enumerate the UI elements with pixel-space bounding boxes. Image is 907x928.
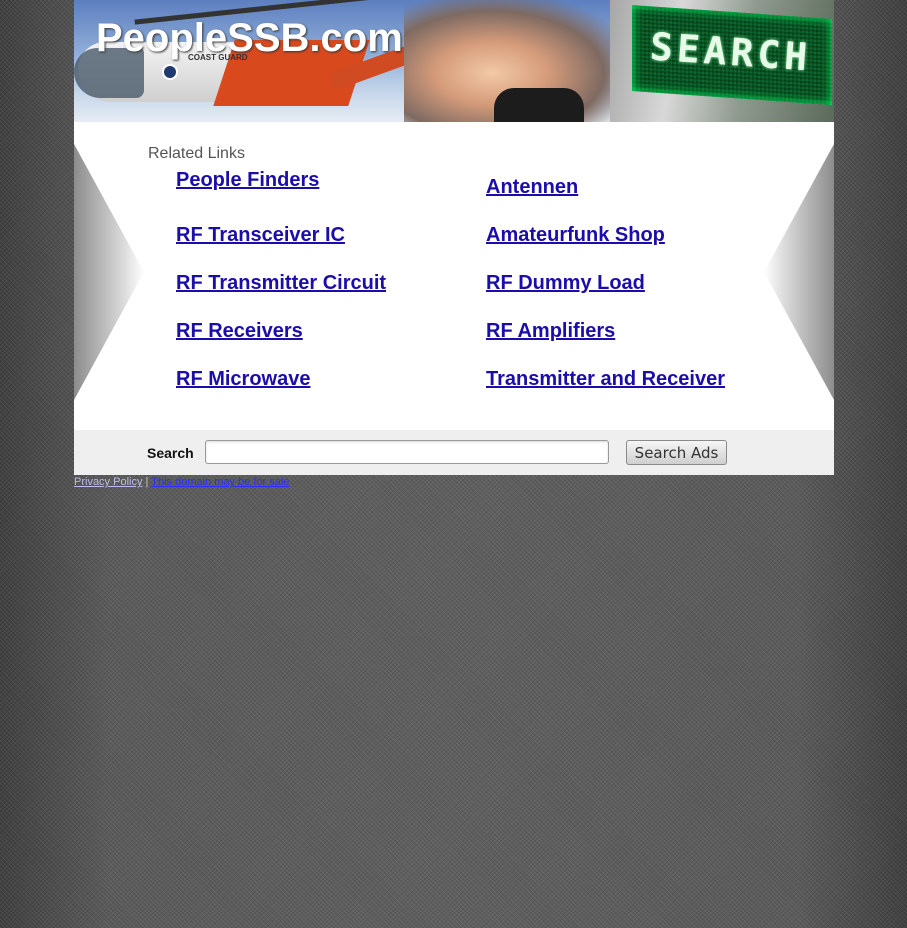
related-link-transmitter-and-receiver[interactable]: Transmitter and Receiver — [486, 368, 725, 391]
search-label: Search — [147, 445, 194, 461]
related-link-rf-dummy-load[interactable]: RF Dummy Load — [486, 272, 645, 295]
right-decoration — [764, 144, 834, 400]
related-link-rf-transmitter-circuit[interactable]: RF Transmitter Circuit — [176, 272, 386, 295]
related-link-amateurfunk-shop[interactable]: Amateurfunk Shop — [486, 224, 665, 247]
related-link-rf-receivers[interactable]: RF Receivers — [176, 320, 303, 343]
roundel-icon — [162, 64, 178, 80]
header-banner: COAST GUARD SEARCH PeopleSSB.com — [74, 0, 834, 122]
domain-for-sale-link[interactable]: This domain may be for sale — [151, 476, 289, 488]
search-ads-button[interactable]: Search Ads — [626, 440, 727, 465]
left-decoration — [74, 144, 144, 400]
related-link-rf-microwave[interactable]: RF Microwave — [176, 368, 310, 391]
person-clothing — [494, 88, 584, 122]
related-link-antennen[interactable]: Antennen — [486, 176, 578, 199]
privacy-policy-link[interactable]: Privacy Policy — [74, 476, 142, 488]
site-title: PeopleSSB.com — [96, 16, 403, 60]
related-link-rf-amplifiers[interactable]: RF Amplifiers — [486, 320, 615, 343]
related-link-people-finders[interactable]: People Finders — [176, 169, 319, 192]
search-bar: Search Search Ads — [74, 430, 834, 475]
footer: Privacy Policy | This domain may be for … — [74, 476, 289, 488]
search-input[interactable] — [205, 440, 609, 464]
related-links-heading: Related Links — [148, 145, 245, 162]
page-container: COAST GUARD SEARCH PeopleSSB.com Related… — [74, 0, 834, 475]
footer-separator: | — [145, 476, 149, 488]
related-links-panel: Related Links People Finders RF Transcei… — [74, 122, 834, 430]
related-link-rf-transceiver-ic[interactable]: RF Transceiver IC — [176, 224, 345, 247]
